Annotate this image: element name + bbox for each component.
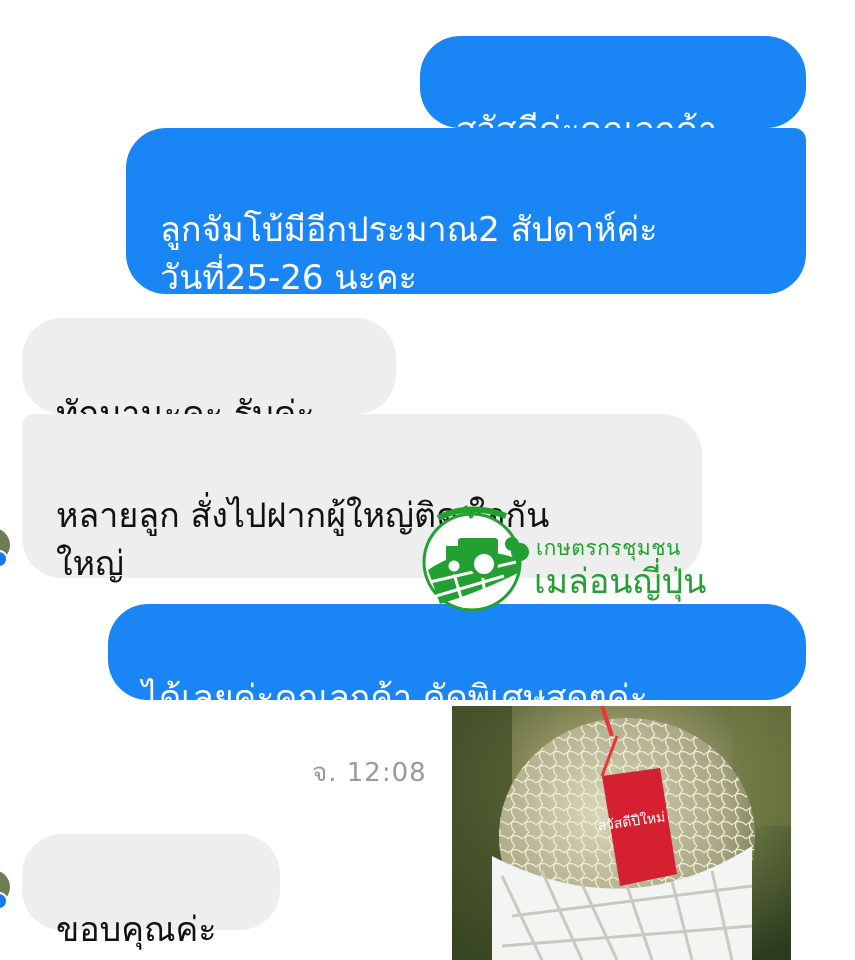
contact-avatar[interactable] xyxy=(0,870,10,910)
message-bubble-incoming[interactable]: ขอบคุณค่ะ xyxy=(22,834,280,950)
online-status-dot xyxy=(0,550,8,568)
message-bubble-outgoing[interactable]: ได้เลยค่ะคุณลูกค้า คัดพิเศษสุดๆค่ะ xyxy=(108,604,806,718)
watermark-line2: เมล่อนญี่ปุ่น xyxy=(534,562,707,602)
message-bubble-outgoing[interactable]: สวัสดีค่ะคุณลูกค้า xyxy=(420,36,806,150)
contact-avatar[interactable] xyxy=(0,528,10,568)
message-timestamp: จ. 12:08 xyxy=(312,758,427,788)
message-text: ขอบคุณค่ะ xyxy=(56,910,217,950)
message-bubble-outgoing[interactable]: ลูกจัมโบ้มีอีกประมาณ2 สัปดาห์ค่ะ วันที่2… xyxy=(126,128,806,298)
online-status-dot xyxy=(0,892,8,910)
message-bubble-incoming[interactable]: ทักมานะคะ รับค่ะ xyxy=(22,318,396,434)
melon-image: สวัสดีปีใหม่ xyxy=(452,706,791,960)
melon-photo[interactable]: สวัสดีปีใหม่ xyxy=(452,706,791,960)
melon-farm-logo-icon xyxy=(422,504,529,612)
message-text: ลูกจัมโบ้มีอีกประมาณ2 สัปดาห์ค่ะ วันที่2… xyxy=(160,210,658,298)
watermark-logo: เกษตรกรชุมชน เมล่อนญี่ปุ่น xyxy=(420,500,740,618)
